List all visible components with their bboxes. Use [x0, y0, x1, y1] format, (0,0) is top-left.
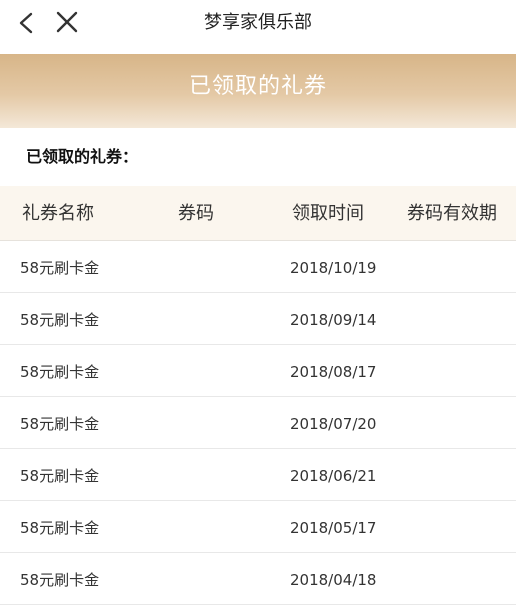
table-row: 58元刷卡金 2018/04/18 [0, 553, 516, 605]
table-row: 58元刷卡金 2018/06/21 [0, 449, 516, 501]
coupon-name: 58元刷卡金 [20, 363, 100, 381]
table-row: 58元刷卡金 2018/10/19 [0, 241, 516, 293]
table-row: 58元刷卡金 2018/08/17 [0, 345, 516, 397]
banner-title: 已领取的礼券 [188, 74, 327, 99]
column-header-code: 券码 [178, 203, 214, 224]
claim-date: 2018/06/21 [290, 467, 377, 485]
claim-date: 2018/07/20 [290, 415, 377, 433]
table-header: 礼券名称 券码 领取时间 券码有效期 [0, 186, 516, 241]
column-header-expire: 券码有效期 [407, 203, 497, 224]
claim-date: 2018/09/14 [290, 311, 377, 329]
coupon-name: 58元刷卡金 [20, 259, 100, 277]
table-row: 58元刷卡金 2018/07/20 [0, 397, 516, 449]
claim-date: 2018/05/17 [290, 519, 377, 537]
table-row: 58元刷卡金 2018/09/14 [0, 293, 516, 345]
coupon-name: 58元刷卡金 [20, 415, 100, 433]
section-label: 已领取的礼券： [26, 147, 139, 166]
coupon-name: 58元刷卡金 [20, 467, 100, 485]
claim-date: 2018/04/18 [290, 571, 377, 589]
nav-bar: 梦享家俱乐部 [0, 0, 516, 54]
table-row: 58元刷卡金 2018/05/17 [0, 501, 516, 553]
claim-date: 2018/10/19 [290, 259, 377, 277]
claim-date: 2018/08/17 [290, 363, 377, 381]
coupon-name: 58元刷卡金 [20, 571, 100, 589]
banner: 已领取的礼券 [0, 54, 516, 128]
coupon-name: 58元刷卡金 [20, 519, 100, 537]
page-title: 梦享家俱乐部 [204, 12, 312, 33]
column-header-name: 礼券名称 [22, 203, 94, 224]
column-header-date: 领取时间 [292, 203, 364, 224]
coupon-name: 58元刷卡金 [20, 311, 100, 329]
coupon-table-body: 58元刷卡金 2018/10/19 58元刷卡金 2018/09/14 58元刷… [0, 241, 516, 605]
